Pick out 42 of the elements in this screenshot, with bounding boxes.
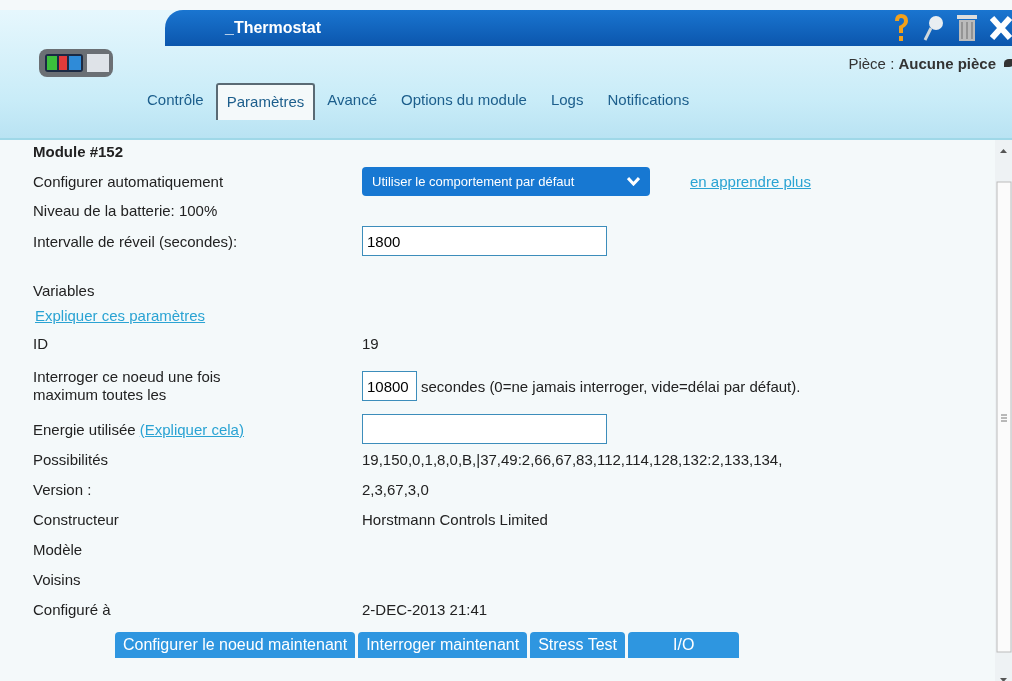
tab[interactable]: Logs xyxy=(538,85,596,118)
scrollbar[interactable] xyxy=(995,140,1012,681)
field-label: Configurer automatiquement xyxy=(33,172,225,190)
pin-icon[interactable] xyxy=(922,14,944,42)
room-label: Pièce : Aucune pièce xyxy=(848,54,996,72)
field-label: Configuré à xyxy=(33,600,112,618)
action-button[interactable]: Interroger maintenant xyxy=(358,632,528,658)
module-title: Module #152 xyxy=(33,143,125,162)
tab[interactable]: Notifications xyxy=(595,85,702,118)
field-label: Intervalle de réveil (secondes): xyxy=(33,232,239,250)
field-value: 2-DEC-2013 21:41 xyxy=(362,600,488,618)
tab[interactable]: Contrôle xyxy=(135,85,216,118)
field-value: 19,150,0,1,8,0,B,|37,49:2,66,67,83,112,114,128,132:2,133,134, xyxy=(362,450,783,468)
field-label: ID xyxy=(33,334,49,352)
battery-level: Niveau de la batterie: 100% xyxy=(33,201,219,221)
field-label: Version : xyxy=(33,480,93,498)
tab[interactable]: Options du module xyxy=(389,85,539,118)
tab[interactable]: Paramètres xyxy=(215,83,316,120)
section-title: Variables xyxy=(33,281,96,301)
field-value: Horstmann Controls Limited xyxy=(362,510,548,528)
action-button[interactable]: Stress Test xyxy=(530,632,625,658)
field-label: Constructeur xyxy=(33,510,120,528)
field-label: Interroger ce noeud une fois maximum toutes les xyxy=(33,368,222,404)
window-title: _Thermostat xyxy=(225,19,322,37)
chevron-icon xyxy=(627,176,640,186)
help-icon[interactable] xyxy=(892,13,910,43)
action-button[interactable]: Configurer le noeud maintenant xyxy=(115,632,356,658)
tab[interactable]: Avancé xyxy=(315,85,389,118)
field-label: Voisins xyxy=(33,570,82,588)
field-value: 19 xyxy=(362,334,379,352)
field-note: secondes (0=ne jamais interroger, vide=délai par défaut). xyxy=(421,377,801,395)
field-label: Modèle xyxy=(33,540,84,558)
action-button[interactable]: I/O xyxy=(628,632,740,658)
wakeup-field[interactable]: 1800 xyxy=(362,226,607,256)
field-label: Possibilités xyxy=(33,450,110,468)
trash-icon[interactable] xyxy=(956,14,978,42)
energy-field[interactable] xyxy=(362,414,607,444)
behavior-dropdown[interactable]: Utiliser le comportement par défaut xyxy=(362,166,650,196)
field-value: 2,3,67,3,0 xyxy=(362,480,429,498)
poll-field[interactable]: 10800 xyxy=(362,371,417,401)
close-icon[interactable] xyxy=(990,16,1012,40)
field-label: Energie utilisée xyxy=(33,420,136,438)
